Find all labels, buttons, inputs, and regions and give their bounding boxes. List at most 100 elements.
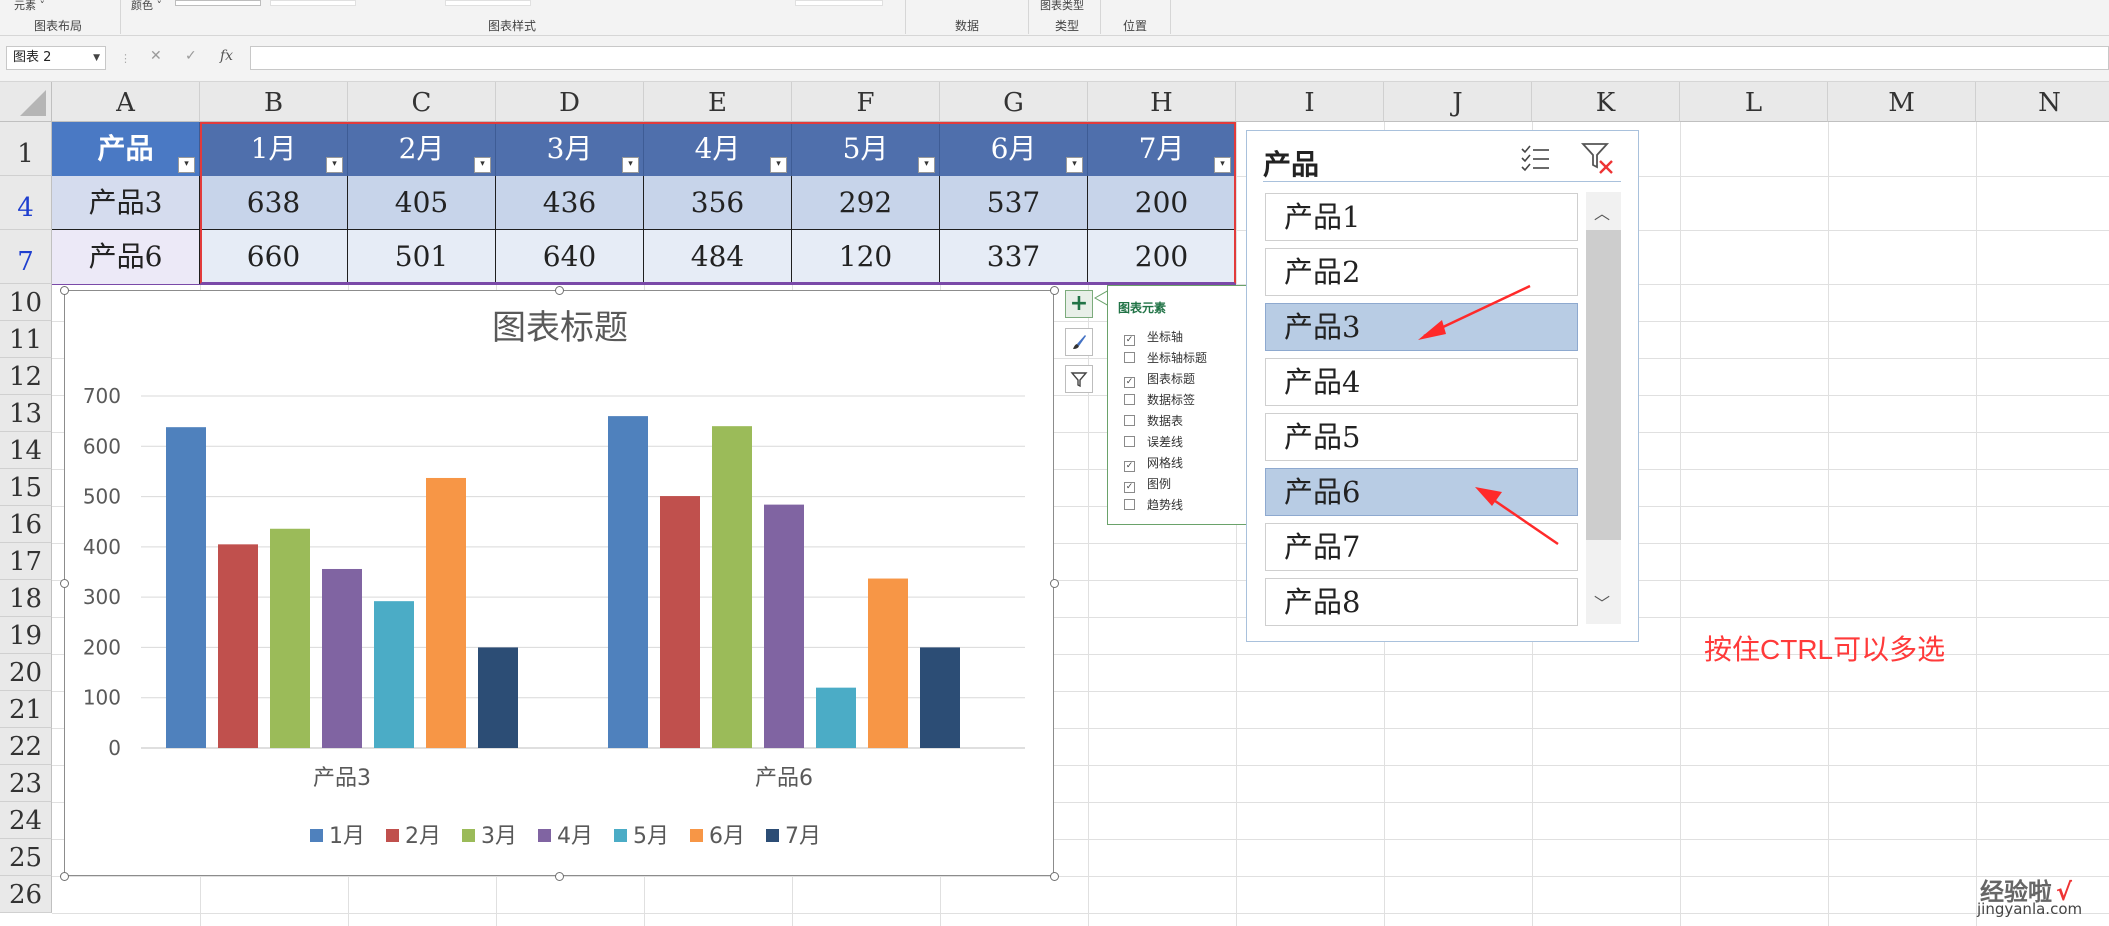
- confirm-icon[interactable]: ✓: [185, 48, 197, 64]
- select-all-corner[interactable]: [0, 82, 52, 122]
- resize-handle[interactable]: [60, 872, 69, 881]
- row-header-26[interactable]: 26: [0, 876, 52, 913]
- table-cell[interactable]: 660: [200, 230, 348, 284]
- style-gallery-item[interactable]: [270, 0, 356, 6]
- formula-input[interactable]: [250, 46, 2109, 70]
- chart-element-option[interactable]: ✓ 坐标轴: [1124, 328, 1183, 346]
- resize-handle[interactable]: [555, 286, 564, 295]
- chart-filters-button[interactable]: [1065, 365, 1093, 393]
- table-header-cell[interactable]: 6月 ▾: [940, 122, 1088, 176]
- table-cell[interactable]: 120: [792, 230, 940, 284]
- table-header-cell[interactable]: 2月 ▾: [348, 122, 496, 176]
- filter-dropdown-icon[interactable]: ▾: [474, 157, 491, 173]
- chevron-down-icon[interactable]: ▼: [93, 47, 100, 69]
- row-header-25[interactable]: 25: [0, 839, 52, 876]
- table-cell[interactable]: 产品6: [52, 230, 200, 284]
- row-header-15[interactable]: 15: [0, 469, 52, 506]
- row-header-13[interactable]: 13: [0, 395, 52, 432]
- table-cell[interactable]: 200: [1088, 230, 1236, 284]
- filter-dropdown-icon[interactable]: ▾: [622, 157, 639, 173]
- multi-select-icon[interactable]: [1519, 143, 1551, 173]
- table-header-cell[interactable]: 1月 ▾: [200, 122, 348, 176]
- column-header-c[interactable]: C: [348, 82, 496, 122]
- change-chart-type-button[interactable]: 图表类型: [1040, 0, 1084, 12]
- chart-styles-button[interactable]: [1065, 328, 1093, 356]
- chart-element-option[interactable]: 趋势线: [1124, 496, 1183, 513]
- row-header-4[interactable]: 4: [0, 176, 52, 230]
- row-header-23[interactable]: 23: [0, 765, 52, 802]
- table-cell[interactable]: 356: [644, 176, 792, 230]
- add-element-menu[interactable]: 元素 ˅: [14, 0, 45, 12]
- chevron-down-icon[interactable]: ﹀: [1594, 590, 1610, 614]
- table-header-cell[interactable]: 3月 ▾: [496, 122, 644, 176]
- table-cell[interactable]: 405: [348, 176, 496, 230]
- chart-element-option[interactable]: ✓ 图表标题: [1124, 370, 1195, 388]
- column-header-e[interactable]: E: [644, 82, 792, 122]
- row-header-11[interactable]: 11: [0, 321, 52, 358]
- row-header-14[interactable]: 14: [0, 432, 52, 469]
- column-header-m[interactable]: M: [1828, 82, 1976, 122]
- checkbox-checked-icon[interactable]: ✓: [1124, 377, 1135, 388]
- column-header-f[interactable]: F: [792, 82, 940, 122]
- chart[interactable]: 图表标题 0 100 200 300 400 500 600 700 产品3 产品6 1月 2月 3月 4月…: [64, 290, 1054, 876]
- row-header-19[interactable]: 19: [0, 617, 52, 654]
- resize-handle[interactable]: [1050, 872, 1059, 881]
- row-header-10[interactable]: 10: [0, 284, 52, 321]
- change-colors-menu[interactable]: 颜色 ˅: [131, 0, 162, 12]
- checkbox-checked-icon[interactable]: ✓: [1124, 335, 1135, 346]
- row-header-17[interactable]: 17: [0, 543, 52, 580]
- column-header-l[interactable]: L: [1680, 82, 1828, 122]
- filter-dropdown-icon[interactable]: ▾: [1066, 157, 1083, 173]
- table-cell[interactable]: 501: [348, 230, 496, 284]
- slicer-item-8[interactable]: 产品8: [1265, 578, 1578, 626]
- table-header-cell[interactable]: 5月 ▾: [792, 122, 940, 176]
- column-header-d[interactable]: D: [496, 82, 644, 122]
- row-header-12[interactable]: 12: [0, 358, 52, 395]
- resize-handle[interactable]: [1050, 286, 1059, 295]
- column-header-j[interactable]: J: [1384, 82, 1532, 122]
- resize-handle[interactable]: [60, 286, 69, 295]
- name-box[interactable]: 图表 2 ▼: [6, 46, 106, 70]
- table-cell[interactable]: 产品3: [52, 176, 200, 230]
- column-header-h[interactable]: H: [1088, 82, 1236, 122]
- row-header-24[interactable]: 24: [0, 802, 52, 839]
- checkbox-icon[interactable]: [1124, 352, 1135, 363]
- chart-element-option[interactable]: ✓ 图例: [1124, 475, 1171, 493]
- row-header-18[interactable]: 18: [0, 580, 52, 617]
- column-header-a[interactable]: A: [52, 82, 200, 122]
- style-gallery-item[interactable]: [175, 0, 261, 6]
- table-cell[interactable]: 292: [792, 176, 940, 230]
- table-cell[interactable]: 484: [644, 230, 792, 284]
- filter-dropdown-icon[interactable]: ▾: [1214, 157, 1231, 173]
- table-cell[interactable]: 537: [940, 176, 1088, 230]
- chart-elements-button[interactable]: +: [1065, 290, 1093, 318]
- checkbox-checked-icon[interactable]: ✓: [1124, 461, 1135, 472]
- table-cell[interactable]: 200: [1088, 176, 1236, 230]
- checkbox-icon[interactable]: [1124, 394, 1135, 405]
- style-gallery-item[interactable]: [445, 0, 531, 6]
- slicer-item-1[interactable]: 产品1: [1265, 193, 1578, 241]
- column-header-n[interactable]: N: [1976, 82, 2109, 122]
- insert-function-icon[interactable]: fx: [220, 48, 233, 64]
- chart-element-option[interactable]: ✓ 网格线: [1124, 454, 1183, 472]
- column-header-b[interactable]: B: [200, 82, 348, 122]
- chart-element-option[interactable]: 误差线: [1124, 433, 1183, 450]
- table-cell[interactable]: 638: [200, 176, 348, 230]
- table-cell[interactable]: 436: [496, 176, 644, 230]
- resize-handle[interactable]: [1050, 579, 1059, 588]
- table-header-cell[interactable]: 7月 ▾: [1088, 122, 1236, 176]
- column-header-k[interactable]: K: [1532, 82, 1680, 122]
- row-header-20[interactable]: 20: [0, 654, 52, 691]
- clear-filter-icon[interactable]: [1581, 141, 1615, 175]
- column-header-g[interactable]: G: [940, 82, 1088, 122]
- filter-dropdown-icon[interactable]: ▾: [770, 157, 787, 173]
- filter-dropdown-icon[interactable]: ▾: [178, 157, 195, 173]
- resize-handle[interactable]: [555, 872, 564, 881]
- table-cell[interactable]: 337: [940, 230, 1088, 284]
- chevron-up-icon[interactable]: ︿: [1594, 200, 1610, 224]
- chart-element-option[interactable]: 坐标轴标题: [1124, 349, 1207, 366]
- filter-dropdown-icon[interactable]: ▾: [326, 157, 343, 173]
- resize-handle[interactable]: [60, 579, 69, 588]
- filter-dropdown-icon[interactable]: ▾: [918, 157, 935, 173]
- row-header-7[interactable]: 7: [0, 230, 52, 284]
